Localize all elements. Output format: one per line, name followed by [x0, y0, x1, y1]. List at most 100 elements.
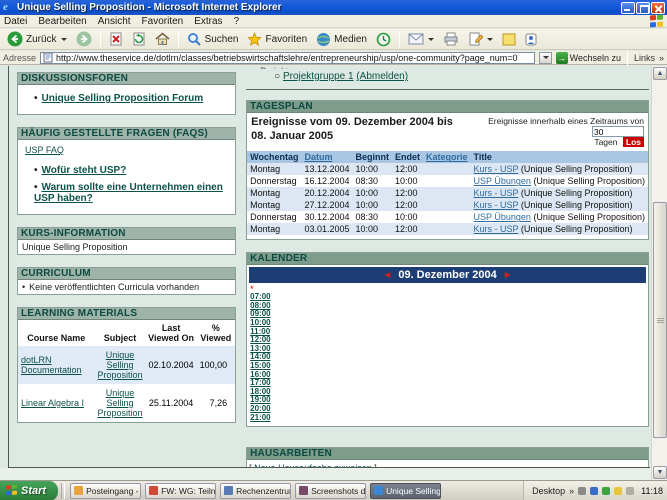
event-link[interactable]: USP Übungen [474, 212, 531, 222]
time-slot-link[interactable]: 14:00 [250, 353, 648, 362]
links-chevron-icon[interactable]: » [659, 53, 664, 63]
print-button[interactable] [440, 31, 462, 47]
tagesplan-panel: TAGESPLAN Ereignisse vom 09. Dezember 20… [246, 100, 649, 240]
media-button[interactable]: Medien [313, 31, 370, 48]
time-slot-link[interactable]: 09:00 [250, 310, 648, 319]
start-button[interactable]: Start [0, 481, 58, 500]
forward-button[interactable] [73, 30, 95, 48]
links-label[interactable]: Links [634, 53, 655, 63]
time-slot-link[interactable]: 07:00 [250, 293, 648, 302]
time-slot-link[interactable]: 18:00 [250, 388, 648, 397]
tray-icon[interactable] [578, 487, 586, 495]
time-slot-link[interactable]: 20:00 [250, 405, 648, 414]
column-wochentag: Wochentag [247, 151, 301, 163]
desktop-toolbar-label[interactable]: Desktop [532, 486, 565, 496]
menu-ansicht[interactable]: Ansicht [98, 16, 131, 27]
forum-link[interactable]: Unique Selling Proposition Forum [42, 93, 204, 104]
scroll-up-button[interactable]: ▲ [653, 67, 667, 80]
column-course-name[interactable]: Course Name [18, 320, 95, 346]
column-kategorie-link[interactable]: Kategorie [426, 152, 468, 162]
tray-chevron-icon[interactable]: » [569, 486, 574, 496]
close-button[interactable] [651, 2, 665, 14]
time-slot-link[interactable]: 13:00 [250, 345, 648, 354]
stop-button[interactable] [106, 31, 126, 47]
menu-bearbeiten[interactable]: Bearbeiten [38, 16, 86, 27]
los-button[interactable]: Los [623, 137, 644, 147]
search-button[interactable]: Suchen [184, 31, 242, 48]
menu-favoriten[interactable]: Favoriten [142, 16, 184, 27]
event-filter: Ereignisse innerhalb eines Zeitraums von… [455, 116, 644, 147]
column-last-viewed[interactable]: Last Viewed On [146, 320, 197, 346]
time-slot-link[interactable]: 21:00 [250, 414, 648, 423]
time-slot-link[interactable]: 10:00 [250, 319, 648, 328]
category-cell [423, 187, 471, 199]
mail-button[interactable] [405, 32, 437, 46]
event-link[interactable]: Kurs - USP [474, 224, 519, 234]
tagesplan-header: TAGESPLAN [247, 101, 648, 113]
back-button[interactable]: Zurück [4, 30, 70, 48]
time-slot-link[interactable]: 19:00 [250, 396, 648, 405]
tray-icon[interactable] [614, 487, 622, 495]
go-button[interactable]: → Wechseln zu [556, 52, 621, 64]
event-link[interactable]: Kurs - USP [474, 164, 519, 174]
project-group-link[interactable]: Projektgruppe 1 [283, 71, 354, 82]
mail-dropdown-icon[interactable] [428, 38, 434, 41]
event-link[interactable]: Kurs - USP [474, 188, 519, 198]
tray-icon[interactable] [602, 487, 610, 495]
curriculum-header: CURRICULUM [18, 268, 235, 280]
column-subject[interactable]: Subject [95, 320, 146, 346]
menu-extras[interactable]: Extras [194, 16, 222, 27]
taskbar-task[interactable]: FW: WG: Teilnahme v... [145, 483, 216, 499]
tray-icon[interactable] [626, 487, 634, 495]
column-pct-viewed[interactable]: % Viewed [197, 320, 236, 346]
subject-link[interactable]: Unique Selling Proposition [98, 350, 143, 380]
time-slot-link[interactable]: 11:00 [250, 328, 648, 337]
taskbar-task-active[interactable]: Unique Selling Proposi... [370, 483, 441, 499]
date-cell: 27.12.2004 [301, 199, 352, 211]
usp-faq-link[interactable]: USP FAQ [25, 145, 64, 155]
column-datum-link[interactable]: Datum [304, 152, 332, 162]
course-link[interactable]: dotLRN Documentation [21, 355, 82, 375]
days-input[interactable] [592, 126, 644, 137]
event-link[interactable]: USP Übungen [474, 176, 531, 186]
scrollbar-thumb[interactable] [653, 202, 667, 438]
refresh-button[interactable] [129, 31, 149, 47]
faq-panel: HÄUFIG GESTELLTE FRAGEN (FAQS) USP FAQ •… [17, 127, 236, 215]
faq-question-link[interactable]: Warum sollte eine Unternehmen einen USP … [34, 182, 223, 204]
subject-link[interactable]: Unique Selling Proposition [98, 388, 143, 418]
maximize-button[interactable] [636, 2, 650, 14]
time-slot-link[interactable]: 12:00 [250, 336, 648, 345]
course-link[interactable]: Linear Algebra I [21, 398, 84, 408]
prev-day-icon[interactable]: ◄ [382, 270, 392, 281]
faq-question-link[interactable]: Wofür steht USP? [42, 165, 127, 176]
menu-datei[interactable]: Datei [4, 16, 27, 27]
tray-icon[interactable] [590, 487, 598, 495]
minimize-button[interactable] [621, 2, 635, 14]
history-button[interactable] [373, 31, 394, 48]
taskbar-task[interactable]: Screenshots dotLRN... [295, 483, 366, 499]
taskbar-task[interactable]: Posteingang - Micros... [70, 483, 141, 499]
printer-icon [443, 32, 459, 46]
messenger-button[interactable] [522, 32, 540, 47]
next-day-icon[interactable]: ► [503, 270, 513, 281]
title-bar: e Unique Selling Proposition - Microsoft… [0, 0, 667, 15]
event-link[interactable]: Kurs - USP [474, 200, 519, 210]
edit-button[interactable] [465, 31, 496, 47]
address-dropdown-button[interactable] [539, 52, 552, 64]
category-cell [423, 211, 471, 223]
time-slot-link[interactable]: 15:00 [250, 362, 648, 371]
time-slot-link[interactable]: 08:00 [250, 302, 648, 311]
menu-help[interactable]: ? [234, 16, 240, 27]
discuss-button[interactable] [499, 32, 519, 47]
time-slot-link[interactable]: 17:00 [250, 379, 648, 388]
vertical-scrollbar[interactable]: ▲ ▼ [651, 66, 667, 480]
favorites-button[interactable]: Favoriten [244, 31, 310, 48]
taskbar-task[interactable]: Rechenzentrum Uni K... [220, 483, 291, 499]
back-dropdown-icon[interactable] [61, 38, 67, 41]
logout-link[interactable]: (Abmelden) [356, 71, 408, 82]
scroll-down-button[interactable]: ▼ [653, 466, 667, 479]
edit-dropdown-icon[interactable] [487, 38, 493, 41]
home-button[interactable] [152, 31, 173, 47]
time-slot-link[interactable]: 16:00 [250, 371, 648, 380]
address-input[interactable]: http://www.theservice.de/dotlrn/classes/… [40, 52, 535, 64]
